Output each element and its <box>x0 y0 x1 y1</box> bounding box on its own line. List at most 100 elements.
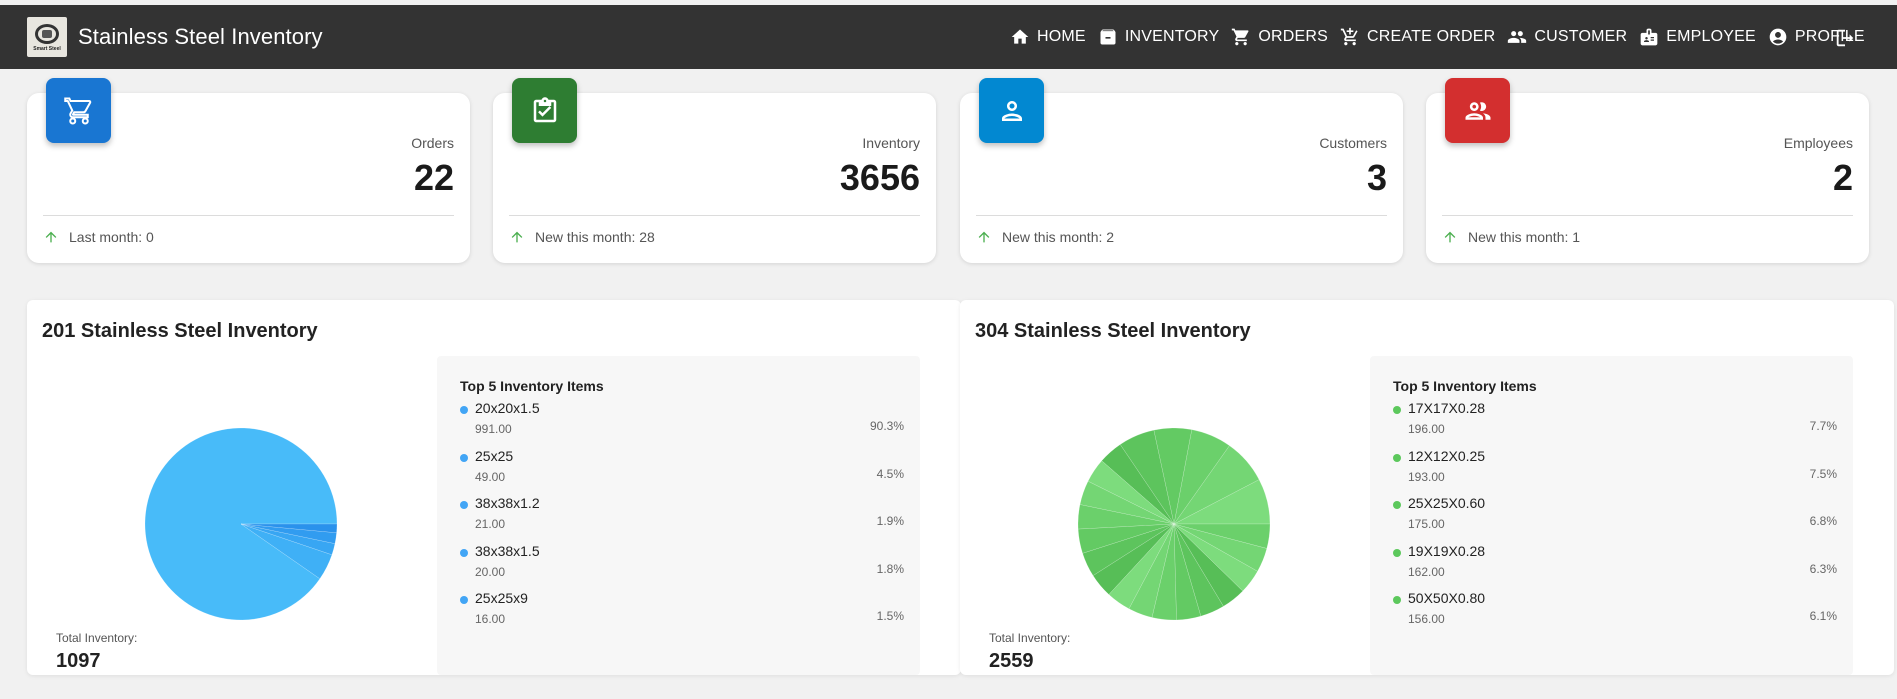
home-icon <box>1011 29 1029 44</box>
clipboard-check-icon <box>533 96 556 122</box>
top-item: 17X17X0.28 196.00 7.7% <box>1393 400 1837 440</box>
item-percent: 7.7% <box>1809 419 1837 433</box>
nav-create-order-label: CREATE ORDER <box>1367 28 1496 45</box>
legend-dot <box>1393 406 1401 414</box>
top-items-box: Top 5 Inventory Items 20x20x1.5 991.00 9… <box>437 356 920 675</box>
stat-footer: New this month: 1 <box>1442 229 1580 245</box>
app-logo[interactable]: Smart Steel <box>27 17 67 57</box>
total-inventory-value: 2559 <box>989 650 1034 672</box>
item-qty: 991.00 <box>475 422 512 436</box>
legend-dot <box>460 596 468 604</box>
nav-inventory-label: INVENTORY <box>1124 28 1220 45</box>
stat-icon-customers <box>979 78 1044 143</box>
inventory-panel-201: 201 Stainless Steel Inventory Total Inve… <box>27 300 961 675</box>
item-name: 12X12X0.25 <box>1408 448 1486 464</box>
legend-dot <box>1393 454 1401 462</box>
logout-icon <box>1836 29 1854 47</box>
arrow-up-icon <box>1444 231 1456 243</box>
item-name: 38x38x1.2 <box>475 495 540 511</box>
legend-dot <box>460 501 468 509</box>
stat-footer-text: New this month: 1 <box>1468 229 1581 245</box>
item-qty: 16.00 <box>475 612 506 626</box>
stat-label: Orders <box>411 135 454 151</box>
stat-footer: Last month: 0 <box>43 229 154 245</box>
person-icon <box>1001 100 1022 121</box>
item-qty: 196.00 <box>1408 422 1445 436</box>
top-item: 20x20x1.5 991.00 90.3% <box>460 400 904 440</box>
inventory-pie-chart <box>145 428 337 620</box>
nav-create-order[interactable]: CREATE ORDER <box>1340 27 1495 47</box>
top-item: 25X25X0.60 175.00 6.8% <box>1393 495 1837 535</box>
stat-label: Inventory <box>862 135 920 151</box>
panel-title: 201 Stainless Steel Inventory <box>42 320 318 342</box>
logout-button[interactable] <box>1834 27 1856 49</box>
nav-orders[interactable]: ORDERS <box>1231 27 1328 47</box>
nav-employee[interactable]: EMPLOYEE <box>1639 27 1756 47</box>
divider <box>509 215 920 216</box>
stat-footer-text: New this month: 2 <box>1002 229 1115 245</box>
stat-card-customers: Customers 3 New this month: 2 <box>960 78 1403 263</box>
item-percent: 4.5% <box>876 467 904 481</box>
item-name: 25x25x9 <box>475 590 528 606</box>
legend-dot <box>460 549 468 557</box>
nav-home[interactable]: HOME <box>1010 27 1086 47</box>
item-percent: 90.3% <box>869 419 904 433</box>
top-item: 25x25 49.00 4.5% <box>460 448 904 488</box>
arrow-up-icon <box>511 231 523 243</box>
item-percent: 6.3% <box>1809 562 1837 576</box>
stat-value: 3 <box>1366 157 1387 198</box>
app-title: Stainless Steel Inventory <box>78 24 323 49</box>
total-inventory-label: Total Inventory: <box>989 631 1071 645</box>
nav-employee-label: EMPLOYEE <box>1666 28 1756 45</box>
nav-home-label: HOME <box>1037 28 1086 45</box>
top-items-box: Top 5 Inventory Items 17X17X0.28 196.00 … <box>1370 356 1853 675</box>
inventory-panel-304: 304 Stainless Steel Inventory Total Inve… <box>960 300 1894 675</box>
stat-card-inventory: Inventory 3656 New this month: 28 <box>493 78 936 263</box>
top-item: 19X19X0.28 162.00 6.3% <box>1393 543 1837 583</box>
item-name: 20x20x1.5 <box>475 400 540 416</box>
item-name: 25X25X0.60 <box>1408 495 1486 511</box>
cart-icon <box>1232 28 1249 46</box>
item-name: 38x38x1.5 <box>475 543 540 559</box>
nav-customer[interactable]: CUSTOMER <box>1507 27 1627 47</box>
top-nav: HOME INVENTORY ORDERS CREATE ORDER CUSTO… <box>1010 5 1877 69</box>
stat-value: 3656 <box>839 157 920 198</box>
item-percent: 6.8% <box>1809 514 1837 528</box>
stat-footer-text: Last month: 0 <box>69 229 154 245</box>
item-name: 25x25 <box>475 448 514 464</box>
top-item: 38x38x1.5 20.00 1.8% <box>460 543 904 583</box>
item-qty: 175.00 <box>1408 517 1445 531</box>
item-name: 50X50X0.80 <box>1408 590 1486 606</box>
item-qty: 20.00 <box>475 565 506 579</box>
item-qty: 162.00 <box>1408 565 1445 579</box>
divider <box>43 215 454 216</box>
item-name: 17X17X0.28 <box>1408 400 1486 416</box>
nav-customer-label: CUSTOMER <box>1534 28 1628 45</box>
nav-orders-label: ORDERS <box>1258 28 1329 45</box>
nav-inventory[interactable]: INVENTORY <box>1098 27 1220 47</box>
account-circle-icon <box>1769 28 1787 46</box>
top-items-title: Top 5 Inventory Items <box>1393 378 1537 394</box>
stat-card-orders: Orders 22 Last month: 0 <box>27 78 470 263</box>
stat-label: Customers <box>1319 135 1387 151</box>
stat-value: 2 <box>1832 157 1853 198</box>
inventory-pie-chart <box>1078 428 1270 620</box>
item-percent: 1.9% <box>876 514 904 528</box>
logo-mark <box>35 24 59 44</box>
item-qty: 21.00 <box>475 517 506 531</box>
stat-card-employees: Employees 2 New this month: 1 <box>1426 78 1869 263</box>
divider <box>1442 215 1853 216</box>
stat-icon-employees <box>1445 78 1510 143</box>
item-percent: 1.8% <box>876 562 904 576</box>
item-qty: 156.00 <box>1408 612 1445 626</box>
legend-dot <box>1393 501 1401 509</box>
item-percent: 6.1% <box>1809 609 1837 623</box>
stat-icon-inventory <box>512 78 577 143</box>
legend-dot <box>460 454 468 462</box>
panel-title: 304 Stainless Steel Inventory <box>975 320 1251 342</box>
item-qty: 193.00 <box>1408 470 1445 484</box>
cart-icon <box>63 97 91 125</box>
top-item: 25x25x9 16.00 1.5% <box>460 590 904 630</box>
stat-footer: New this month: 2 <box>976 229 1114 245</box>
app-bar: Smart Steel Stainless Steel Inventory HO… <box>0 5 1897 69</box>
